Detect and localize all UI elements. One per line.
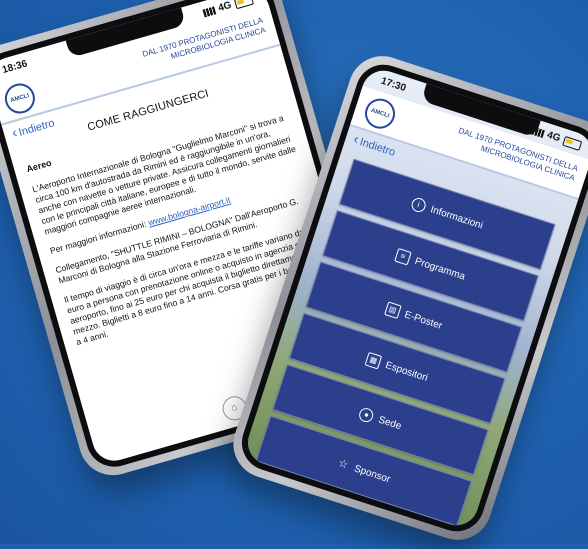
poster-icon: ▤ bbox=[383, 301, 402, 319]
star-icon: ☆ bbox=[336, 457, 350, 472]
exhibitors-icon: ▦ bbox=[364, 351, 383, 370]
network-label: 4G bbox=[216, 0, 233, 15]
status-time: 17:30 bbox=[379, 75, 408, 95]
location-pin-icon: ● bbox=[357, 406, 376, 425]
amcli-logo: AMCLI bbox=[1, 79, 39, 118]
amcli-logo: AMCLI bbox=[361, 94, 399, 133]
status-time: 18:36 bbox=[1, 58, 29, 76]
signal-icon bbox=[202, 6, 216, 18]
battery-icon bbox=[562, 135, 583, 151]
network-label: 4G bbox=[545, 129, 562, 145]
battery-icon bbox=[233, 0, 254, 9]
info-icon: i bbox=[409, 196, 428, 214]
document-icon: ≡ bbox=[393, 247, 412, 266]
